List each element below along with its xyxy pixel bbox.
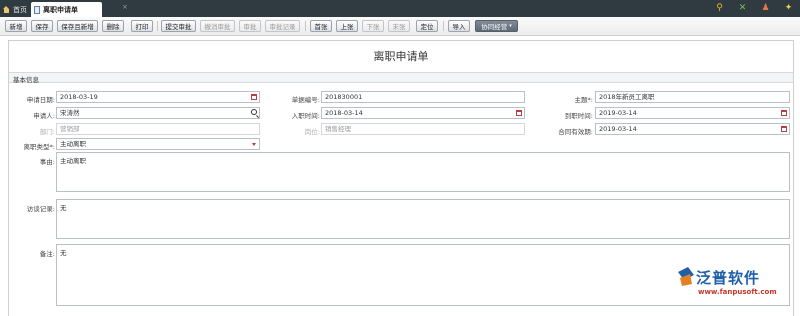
toolbar-separator	[305, 21, 306, 31]
dept-field: 营销部	[56, 123, 260, 135]
save-and-new-button[interactable]: 保存且新增	[57, 20, 98, 32]
apply-date-label: 申请日期:	[26, 96, 55, 104]
applicant-value: 宋涛然	[60, 109, 80, 117]
leave-date-value: 2019-03-14	[599, 109, 637, 117]
entry-date-field[interactable]: 2018-03-14	[321, 107, 525, 119]
locate-button[interactable]: 定位	[416, 20, 438, 32]
doc-no-field[interactable]: 201830001	[321, 91, 525, 103]
collab-dropdown-button[interactable]: 协同经营 ▾	[475, 20, 518, 32]
save-button[interactable]: 保存	[31, 20, 53, 32]
contract-date-label: 合同有效期:	[558, 128, 593, 136]
type-select[interactable]: 主动离职	[56, 138, 260, 150]
calendar-icon[interactable]	[516, 110, 522, 116]
logo-name: 泛普软件	[696, 269, 761, 287]
type-value: 主动离职	[60, 140, 86, 148]
type-label: 离职类型*:	[23, 143, 55, 151]
logo-url: www.fanpusoft.com	[698, 288, 777, 296]
section-title: 基本信息	[13, 76, 39, 84]
last-button[interactable]: 末张	[388, 20, 410, 32]
leave-date-label: 到职时间:	[564, 112, 593, 120]
leave-date-field[interactable]: 2019-03-14	[595, 107, 790, 119]
tab-home[interactable]: 首页	[3, 2, 27, 17]
dept-value: 营销部	[60, 125, 80, 133]
tab-resignation-form[interactable]: 离职申请单 ×	[31, 2, 128, 17]
interview-label: 访谈记录:	[26, 205, 55, 213]
withdraw-approval-button[interactable]: 撤消审批	[200, 20, 235, 32]
new-button[interactable]: 新增	[5, 20, 27, 32]
fullscreen-icon[interactable]: ✕	[737, 3, 748, 14]
users-icon[interactable]: ♟	[760, 3, 771, 14]
calendar-icon[interactable]	[781, 126, 787, 132]
reason-value: 主动离职	[60, 157, 86, 165]
remark-label: 备注:	[39, 250, 55, 258]
next-button[interactable]: 下张	[362, 20, 384, 32]
subject-label: 主题*:	[574, 96, 593, 104]
submit-approval-button[interactable]: 提交审批	[161, 20, 196, 32]
toolbar-separator	[443, 21, 444, 31]
caret-down-icon	[252, 143, 256, 146]
doc-no-value: 201830001	[325, 93, 363, 101]
tab-bar: 首页 离职申请单 × ⚲ ✕ ♟ ✦	[0, 0, 800, 17]
skin-icon[interactable]: ✦	[783, 3, 794, 14]
delete-button[interactable]: 删除	[102, 20, 124, 32]
calendar-icon[interactable]	[781, 110, 787, 116]
calendar-icon[interactable]	[251, 94, 257, 100]
apply-date-value: 2018-03-19	[60, 93, 98, 101]
logo-icon	[678, 267, 694, 286]
entry-date-value: 2018-03-14	[325, 109, 363, 117]
approval-log-button[interactable]: 审批记录	[265, 20, 300, 32]
subject-field[interactable]: 2018年新员工离职	[595, 91, 790, 103]
toolbar-separator	[157, 21, 158, 31]
toolbar: 新增 保存 保存且新增 删除 打印 提交审批 撤消审批 审批 审批记录 首张 上…	[0, 17, 800, 36]
prev-button[interactable]: 上张	[336, 20, 358, 32]
collab-dropdown-label: 协同经营	[481, 23, 508, 31]
contract-date-field[interactable]: 2019-03-14	[595, 123, 790, 135]
search-icon[interactable]	[251, 109, 257, 115]
tab-active-label: 离职申请单	[43, 5, 78, 14]
position-value: 销售经理	[325, 125, 351, 133]
interview-textarea[interactable]: 无	[56, 199, 790, 239]
dept-label: 部门:	[39, 128, 55, 136]
chevron-down-icon: ▾	[509, 23, 512, 29]
search-icon[interactable]: ⚲	[714, 3, 725, 14]
remark-value: 无	[60, 249, 67, 257]
first-button[interactable]: 首张	[310, 20, 332, 32]
home-icon	[3, 6, 10, 13]
section-header: 基本信息	[9, 72, 793, 84]
tab-home-label: 首页	[13, 5, 27, 14]
document-icon	[34, 5, 40, 14]
page-title: 离职申请单	[373, 50, 429, 63]
subject-value: 2018年新员工离职	[599, 93, 655, 101]
print-button[interactable]: 打印	[131, 20, 153, 32]
applicant-field[interactable]: 宋涛然	[56, 107, 260, 119]
position-label: 岗位:	[304, 128, 320, 136]
contract-date-value: 2019-03-14	[599, 125, 637, 133]
applicant-label: 申请人:	[33, 112, 55, 120]
position-field: 销售经理	[321, 123, 525, 135]
doc-no-label: 单据编号:	[291, 96, 320, 104]
interview-value: 无	[60, 204, 67, 212]
entry-date-label: 入职时间:	[291, 112, 320, 120]
reason-label: 事由:	[39, 158, 55, 166]
approve-button[interactable]: 审批	[239, 20, 261, 32]
reason-textarea[interactable]: 主动离职	[56, 152, 790, 192]
brand-logo: 泛普软件 www.fanpusoft.com	[676, 266, 794, 306]
import-button[interactable]: 导入	[448, 20, 470, 32]
apply-date-field[interactable]: 2018-03-19	[56, 91, 260, 103]
close-icon[interactable]: ×	[122, 3, 128, 11]
